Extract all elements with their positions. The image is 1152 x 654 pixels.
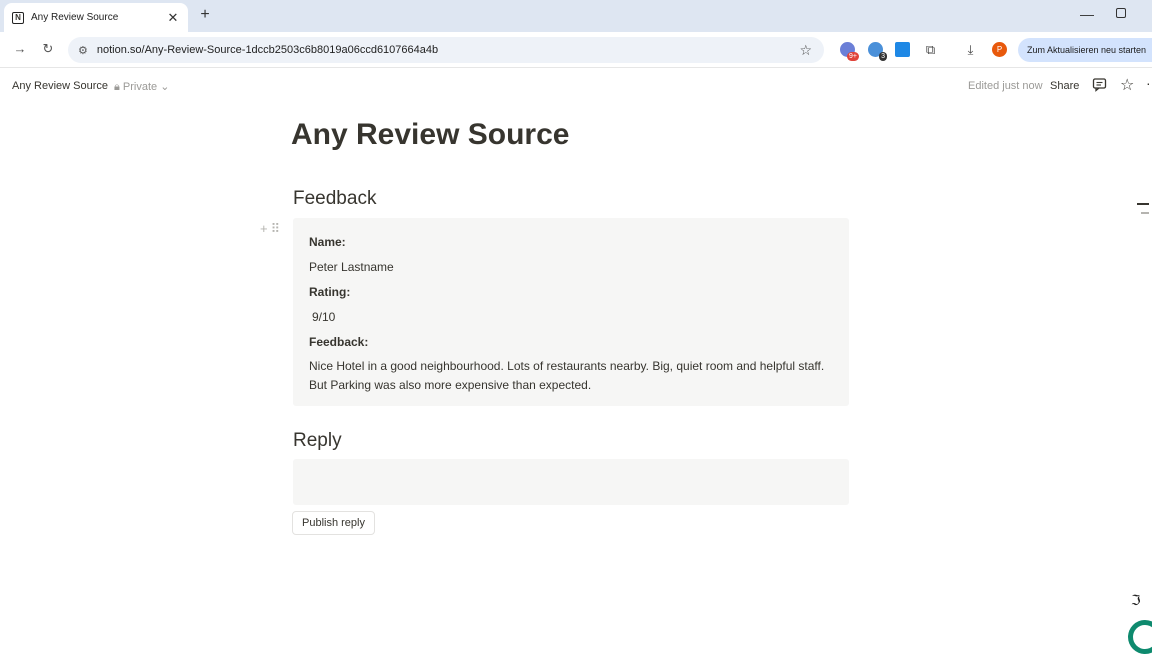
forward-arrow-icon[interactable]: →: [12, 41, 28, 56]
extension-badge: 3: [879, 52, 887, 61]
notion-favicon-icon: N: [12, 11, 24, 24]
tab-title: Any Review Source: [31, 12, 119, 23]
edited-status: Edited just now: [968, 80, 1043, 92]
browser-tab-strip: N Any Review Source ✕ + —: [0, 0, 1152, 32]
block-handle[interactable]: +⠿: [260, 221, 283, 237]
notion-topbar: Any Review Source 🔒︎ Private ⌄ Edited ju…: [0, 68, 1152, 104]
feedback-callout[interactable]: Name: Peter Lastname Rating: 9/10 Feedba…: [293, 218, 849, 406]
extension-icon-3[interactable]: [895, 42, 910, 57]
extension-icon-1[interactable]: 9+: [840, 42, 859, 61]
new-tab-icon[interactable]: +: [196, 6, 214, 24]
address-bar[interactable]: ⚙ notion.so/Any-Review-Source-1dccb2503c…: [68, 37, 824, 63]
lock-icon: 🔒︎: [114, 81, 120, 93]
reply-input[interactable]: [293, 459, 849, 505]
breadcrumb[interactable]: Any Review Source: [12, 80, 108, 92]
extension-icon-2[interactable]: 3: [868, 42, 887, 61]
url-text: notion.so/Any-Review-Source-1dccb2503c6b…: [96, 44, 439, 56]
site-settings-icon[interactable]: ⚙: [78, 44, 88, 57]
privacy-label: Private: [122, 81, 158, 93]
update-restart-button[interactable]: Zum Aktualisieren neu starten: [1018, 38, 1152, 62]
rating-value: 9/10: [312, 310, 336, 324]
rating-label: Rating:: [309, 285, 351, 299]
feedback-heading[interactable]: Feedback: [293, 188, 376, 210]
more-options-icon[interactable]: ·: [1146, 75, 1151, 91]
reply-heading[interactable]: Reply: [293, 430, 342, 452]
help-icon[interactable]: ℑ: [1131, 592, 1141, 609]
drag-handle-icon[interactable]: ⠿: [271, 221, 284, 236]
bookmark-star-icon[interactable]: ☆: [799, 42, 812, 59]
close-tab-icon[interactable]: ✕: [166, 10, 180, 26]
name-value: Peter Lastname: [309, 260, 394, 274]
publish-reply-button[interactable]: Publish reply: [292, 511, 375, 535]
page-title[interactable]: Any Review Source: [291, 118, 569, 152]
comments-icon[interactable]: [1092, 77, 1107, 92]
toc-indicator-line[interactable]: [1141, 212, 1149, 214]
reload-icon[interactable]: ↻: [40, 41, 56, 57]
assistant-badge-icon[interactable]: [1128, 620, 1152, 654]
privacy-dropdown[interactable]: 🔒︎ Private ⌄: [114, 80, 169, 94]
favorite-star-icon[interactable]: ☆: [1120, 75, 1134, 95]
minimize-window-icon[interactable]: —: [1080, 6, 1094, 22]
download-icon[interactable]: ⤓: [963, 42, 978, 57]
feedback-text: Nice Hotel in a good neighbourhood. Lots…: [309, 359, 825, 392]
restore-window-icon[interactable]: [1116, 8, 1126, 18]
share-button[interactable]: Share: [1050, 80, 1079, 92]
browser-tab[interactable]: N Any Review Source ✕: [4, 3, 188, 32]
add-block-icon[interactable]: +: [260, 221, 271, 236]
extensions-puzzle-icon[interactable]: ⧉: [923, 42, 938, 57]
chevron-down-icon: ⌄: [160, 81, 170, 93]
profile-avatar[interactable]: P: [992, 42, 1007, 57]
browser-toolbar: → ↻ ⚙ notion.so/Any-Review-Source-1dccb2…: [0, 32, 1152, 68]
extension-badge: 9+: [847, 52, 859, 61]
feedback-label: Feedback:: [309, 335, 369, 349]
toc-indicator-line[interactable]: [1137, 203, 1149, 205]
name-label: Name:: [309, 235, 346, 249]
